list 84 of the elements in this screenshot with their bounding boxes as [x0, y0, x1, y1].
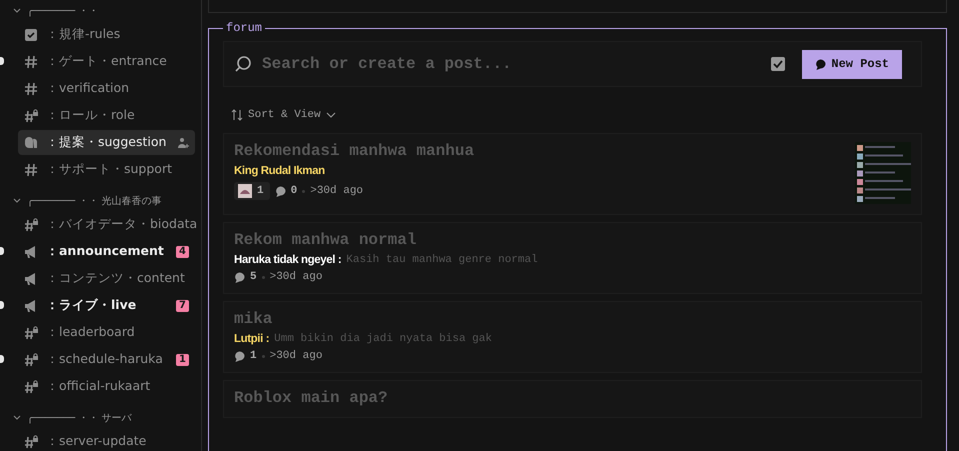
channel-name: ：規律-rules	[46, 26, 122, 43]
post-title: Roblox main apa?	[234, 389, 389, 407]
post-title: mika	[234, 310, 274, 328]
category-header[interactable]: ╭─────── ・・ 光山春香の事	[27, 194, 162, 208]
post-card[interactable]: Rekomendasi manhwa manhua King Rudal Ikman 1 0 >30d ago	[223, 133, 922, 215]
post-time: >30d ago	[310, 185, 364, 197]
new-post-button[interactable]: New Post	[802, 50, 902, 78]
mention-count: 7	[176, 300, 189, 312]
forum-label: forum	[225, 21, 264, 35]
comment-icon	[274, 186, 286, 196]
hashtag-icon	[24, 54, 38, 68]
category-header[interactable]: ╭─────── ・・	[27, 4, 98, 18]
channel-item[interactable]: ：ゲート・entrance	[18, 49, 195, 74]
megaphone-icon	[24, 272, 38, 286]
post-time: >30d ago	[270, 271, 322, 283]
channel-name: ：official-rukaart	[46, 378, 152, 395]
locked-hashtag-icon	[24, 218, 38, 232]
checklist-icon[interactable]	[770, 56, 786, 72]
post-time: >30d ago	[270, 350, 322, 362]
channel-name: ：提案・suggestion	[46, 134, 168, 151]
comment-count: 1	[250, 350, 257, 362]
category-header[interactable]: ╭─────── ・・ サーバ	[27, 411, 132, 425]
channel-name: ：ライブ・live	[46, 297, 138, 314]
post-title: Rekomendasi manhwa manhua	[234, 142, 476, 160]
channel-item[interactable]: ：ロール・role	[18, 103, 195, 128]
chevron-icon[interactable]	[13, 414, 21, 422]
chevron-icon[interactable]	[13, 7, 21, 15]
channel-item[interactable]: ：コンテンツ・content	[18, 266, 195, 291]
hashtag-icon	[24, 162, 38, 176]
channel-item[interactable]: ：verification	[18, 76, 195, 101]
add-member-icon[interactable]	[177, 136, 189, 148]
channel-item[interactable]: ：leaderboard	[18, 320, 195, 345]
locked-hashtag-icon	[24, 326, 38, 340]
channel-name: ：バイオデータ・biodata	[46, 216, 198, 233]
channel-item[interactable]: ：schedule-haruka 1	[18, 347, 195, 372]
post-author: Lutpii :	[234, 333, 270, 345]
channel-item[interactable]: ：ライブ・live 7	[18, 293, 195, 318]
channel-item[interactable]: ：サポート・support	[18, 157, 195, 182]
chevron-down-icon	[326, 111, 336, 119]
locked-hashtag-icon	[24, 352, 38, 366]
chevron-icon[interactable]	[13, 197, 21, 205]
channel-name: ：ゲート・entrance	[46, 53, 168, 70]
mention-count: 4	[176, 246, 189, 258]
sort-arrows-icon	[231, 109, 243, 121]
mention-count: 1	[176, 354, 189, 366]
channel-item[interactable]: ：official-rukaart	[18, 374, 195, 399]
megaphone-icon	[24, 244, 38, 258]
channel-name: ：verification	[46, 80, 130, 97]
comment-icon	[234, 272, 245, 282]
channel-name: ：announcement	[46, 243, 165, 260]
speech-bubble-icon	[815, 58, 826, 70]
search-icon	[234, 55, 252, 73]
channel-item[interactable]: ：server-update	[18, 429, 195, 451]
post-card[interactable]: Rekom manhwa normal Haruka tidak ngeyel : Kasih tau manhwa genre normal 5 >30d ago	[223, 222, 922, 294]
post-preview: Kasih tau manhwa genre normal	[346, 254, 538, 266]
checklist-icon	[24, 28, 38, 42]
channel-name: ：schedule-haruka	[46, 351, 164, 368]
channel-name: ：サポート・support	[46, 161, 173, 178]
locked-hashtag-icon	[24, 380, 38, 394]
comment-count: 5	[250, 271, 257, 283]
chat-bubbles-icon	[24, 136, 38, 150]
emoji-icon	[238, 184, 252, 198]
post-preview: Umm bikin dia jadi nyata bisa gak	[274, 333, 492, 345]
reaction-chip[interactable]: 1	[234, 182, 270, 200]
comment-icon	[234, 350, 245, 362]
post-title: Rekom manhwa normal	[234, 231, 418, 249]
channel-item[interactable]: ：提案・suggestion	[18, 130, 195, 155]
post-author: King Rudal Ikman	[234, 165, 325, 177]
channel-item[interactable]: ：バイオデータ・biodata	[18, 212, 195, 237]
comment-count: 0	[290, 185, 298, 197]
megaphone-icon	[24, 298, 38, 312]
post-author: Haruka tidak ngeyel :	[234, 254, 342, 266]
search-field[interactable]: Search or create a post... New Post	[223, 41, 922, 87]
locked-hashtag-icon	[24, 108, 38, 122]
channel-item[interactable]: ：規律-rules	[18, 22, 195, 47]
channel-name: ：コンテンツ・content	[46, 270, 186, 287]
channel-name: ：ロール・role	[46, 107, 136, 124]
channel-item[interactable]: ：announcement 4	[18, 239, 195, 264]
sort-view-button[interactable]: Sort & View	[231, 109, 336, 121]
locked-hashtag-icon	[24, 434, 38, 448]
channel-name: ：server-update	[46, 433, 148, 450]
hashtag-icon	[24, 82, 38, 96]
post-card[interactable]: mika Lutpii : Umm bikin dia jadi nyata bisa gak 1 >30d ago	[223, 301, 922, 373]
channel-name: ：leaderboard	[46, 324, 136, 341]
